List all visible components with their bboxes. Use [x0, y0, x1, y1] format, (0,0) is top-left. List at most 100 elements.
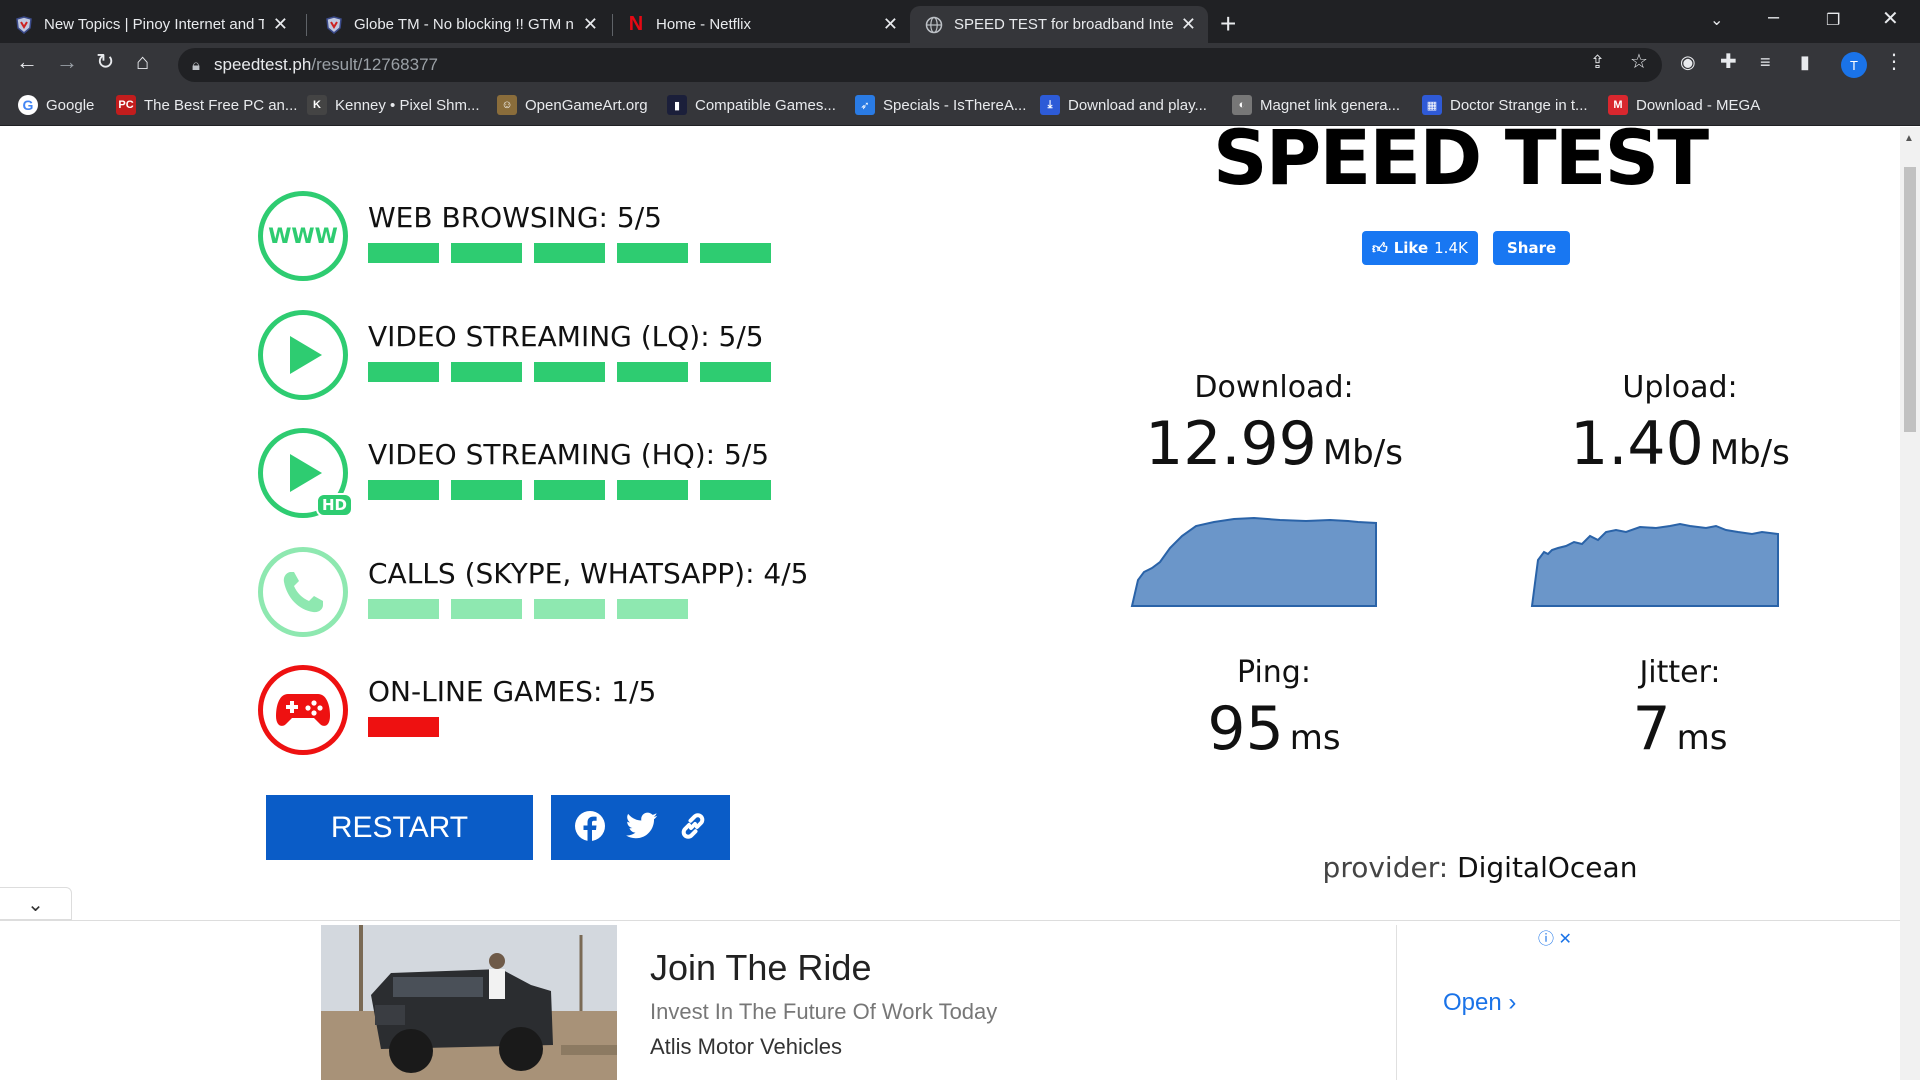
rating-bar-segment — [534, 243, 605, 263]
bookmark-item[interactable]: M Download - MEGA — [1608, 95, 1760, 115]
rocket-icon: ➶ — [855, 95, 875, 115]
play-hd-icon: HD — [258, 428, 353, 518]
tab-netflix[interactable]: N Home - Netflix ✕ — [612, 6, 910, 43]
provider-label: provider: — [1322, 851, 1449, 884]
close-tab-icon[interactable]: ✕ — [273, 14, 288, 35]
fb-share-button[interactable]: Share — [1493, 231, 1571, 265]
extensions-puzzle-icon[interactable]: ✚ — [1720, 49, 1737, 74]
bookmark-item[interactable]: ▮ Compatible Games... — [667, 95, 836, 115]
phone-icon — [258, 547, 348, 637]
bookmark-item[interactable]: ➶ Specials - IsThereA... — [855, 95, 1026, 115]
facebook-icon[interactable] — [574, 810, 606, 846]
bookmark-item[interactable]: ◐ Magnet link genera... — [1232, 95, 1400, 115]
rating-bar-segment — [368, 362, 439, 382]
media-control-icon[interactable]: ≡ — [1760, 52, 1771, 73]
home-icon[interactable]: ⌂ — [136, 49, 149, 75]
rating-label: WEB BROWSING: 5/5 — [368, 201, 662, 234]
extension-color-icon[interactable]: ◉ — [1680, 52, 1696, 73]
tab-pinoy-internet[interactable]: New Topics | Pinoy Internet and T ✕ — [0, 6, 300, 43]
link-icon[interactable] — [678, 811, 708, 845]
chevron-right-icon: › — [1508, 989, 1517, 1016]
games-icon: ▮ — [667, 95, 687, 115]
bookmark-label: Compatible Games... — [695, 96, 836, 114]
ad-choices-icon[interactable]: ⓘ ✕ — [1538, 925, 1572, 949]
download-icon: ⤓ — [1040, 95, 1060, 115]
bookmark-item[interactable]: ⤓ Download and play... — [1040, 95, 1207, 115]
close-window-icon[interactable]: ✕ — [1882, 6, 1899, 31]
profile-avatar[interactable]: T — [1841, 52, 1867, 78]
upload-unit: Mb/s — [1709, 433, 1790, 473]
rating-bar-segment — [534, 717, 605, 737]
close-tab-icon[interactable]: ✕ — [583, 14, 598, 35]
ad-subtitle: Invest In The Future Of Work Today — [650, 999, 998, 1024]
upload-value: 1.40 — [1570, 409, 1704, 479]
scroll-up-icon[interactable]: ▲ — [1904, 133, 1914, 144]
download-value: 12.99 — [1145, 409, 1317, 479]
rating-bar-segment — [368, 243, 439, 263]
bookmark-item[interactable]: PC The Best Free PC an... — [116, 95, 297, 115]
rating-bar-segment — [700, 717, 771, 737]
restart-button[interactable]: RESTART — [266, 795, 533, 860]
tab-title: Globe TM - No blocking !! GTM n — [354, 16, 574, 33]
tab-search-icon[interactable]: ⌄ — [1710, 10, 1723, 30]
rating-bar-segment — [617, 480, 688, 500]
scroll-thumb[interactable] — [1904, 167, 1916, 432]
bookmark-item[interactable]: K Kenney • Pixel Shm... — [307, 95, 480, 115]
new-tab-button[interactable]: + — [1220, 8, 1236, 40]
bookmark-item[interactable]: ▦ Doctor Strange in t... — [1422, 95, 1588, 115]
forward-icon[interactable]: → — [56, 49, 78, 75]
rating-bar-segment — [451, 362, 522, 382]
www-label: WWW — [268, 224, 338, 248]
bookmark-label: The Best Free PC an... — [144, 96, 298, 114]
fb-like-button[interactable]: 👍︎ Like 1.4K — [1362, 231, 1478, 265]
tab-strip: New Topics | Pinoy Internet and T ✕ Glob… — [0, 0, 1920, 43]
browser-toolbar: ← → ↻ ⌂ 🔒︎ speedtest.ph/result/12768377 … — [0, 43, 1920, 86]
address-bar[interactable]: 🔒︎ speedtest.ph/result/12768377 — [178, 48, 1662, 82]
lock-icon: 🔒︎ — [192, 56, 200, 74]
google-icon: G — [18, 95, 38, 115]
bookmark-label: Download - MEGA — [1636, 96, 1761, 114]
tab-title: Home - Netflix — [656, 16, 752, 33]
back-icon[interactable]: ← — [16, 49, 38, 75]
bookmark-label: Doctor Strange in t... — [1450, 96, 1588, 114]
hd-badge: HD — [315, 493, 353, 517]
minimize-icon[interactable]: – — [1768, 6, 1779, 29]
magnet-icon: ◐ — [1232, 95, 1252, 115]
bookmark-star-icon[interactable]: ☆ — [1630, 49, 1648, 74]
side-panel-icon[interactable]: ▮ — [1800, 52, 1810, 73]
tab-globe-tm[interactable]: Globe TM - No blocking !! GTM n ✕ — [310, 6, 610, 43]
rating-row: WWW WEB BROWSING: 5/5 — [258, 191, 958, 287]
collapse-ad-button[interactable]: ⌄ — [0, 887, 72, 920]
netflix-favicon-icon: N — [628, 13, 644, 35]
reload-icon[interactable]: ↻ — [96, 49, 114, 75]
play-icon — [258, 310, 348, 400]
www-icon: WWW — [258, 191, 348, 281]
download-graph — [1130, 516, 1377, 607]
rating-label: VIDEO STREAMING (HQ): 5/5 — [368, 438, 770, 471]
jitter-label: Jitter: — [1639, 655, 1721, 690]
page-scrollbar[interactable]: ▲ — [1900, 127, 1920, 1080]
twitter-icon[interactable] — [625, 812, 658, 844]
rating-bars — [368, 599, 783, 619]
menu-kebab-icon[interactable]: ⋮ — [1884, 49, 1904, 74]
bookmark-item[interactable]: ☺ OpenGameArt.org — [497, 95, 648, 115]
restore-icon[interactable]: ❐ — [1826, 10, 1840, 30]
rating-bar-segment — [534, 480, 605, 500]
tab-title: SPEED TEST for broadband Intern — [954, 16, 1174, 33]
pc-icon: PC — [116, 95, 136, 115]
ad-title[interactable]: Join The Ride — [650, 947, 871, 989]
close-tab-icon[interactable]: ✕ — [1181, 14, 1196, 35]
share-page-icon[interactable]: ⇪ — [1590, 52, 1605, 73]
jitter-value: 7 — [1632, 694, 1671, 764]
rating-bar-segment — [368, 717, 439, 737]
bookmark-label: Specials - IsThereA... — [883, 96, 1027, 114]
rating-row: CALLS (SKYPE, WHATSAPP): 4/5 — [258, 547, 958, 643]
ad-banner[interactable]: Join The Ride Invest In The Future Of Wo… — [0, 920, 1900, 1080]
tab-speedtest[interactable]: SPEED TEST for broadband Intern ✕ — [910, 6, 1208, 43]
rating-bar-segment — [617, 243, 688, 263]
ad-open-button[interactable]: Open › — [1443, 989, 1516, 1017]
close-tab-icon[interactable]: ✕ — [883, 14, 898, 35]
bookmark-item[interactable]: G Google — [18, 95, 94, 115]
provider-name: DigitalOcean — [1457, 851, 1638, 884]
chevron-down-icon: ⌄ — [27, 891, 44, 916]
